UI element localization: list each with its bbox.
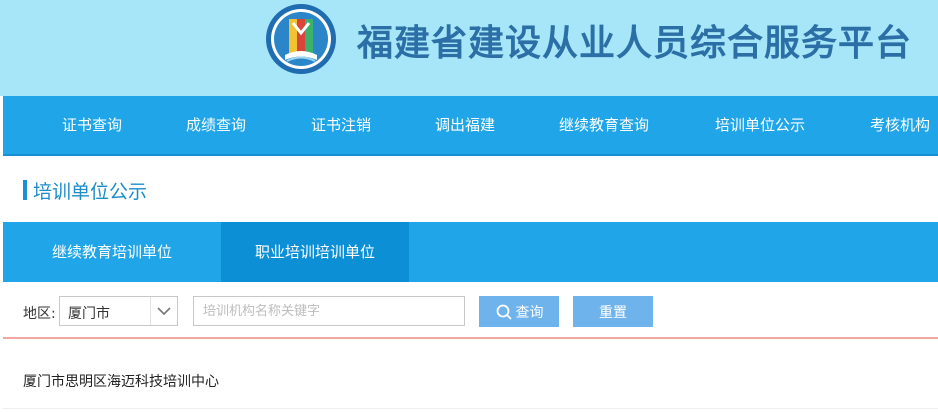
nav-item-certificate-cancel[interactable]: 证书注销 [311,96,371,154]
results-divider [3,337,938,339]
main-nav: 证书查询 成绩查询 证书注销 调出福建 继续教育查询 培训单位公示 考核机构 [3,96,938,156]
nav-item-certificate-query[interactable]: 证书查询 [62,96,122,154]
site-title: 福建省建设从业人员综合服务平台 [357,23,913,64]
list-item[interactable]: 厦门市思明区海迈科技培训中心 [23,371,219,391]
filter-bar: 地区: 厦门市 查询 重置 [0,290,938,336]
region-select-value: 厦门市 [68,306,110,322]
site-header: 福建省建设从业人员综合服务平台 [0,0,938,96]
region-select[interactable]: 厦门市 [59,296,178,326]
reset-button-label: 重置 [599,304,627,321]
section-title-bar [23,180,27,200]
region-label: 地区: [23,306,56,322]
chevron-down-icon[interactable] [150,297,177,325]
query-button[interactable]: 查询 [479,296,559,327]
nav-item-training-unit-notice[interactable]: 培训单位公示 [715,96,805,154]
tab-continuing-education-units[interactable]: 继续教育培训单位 [3,222,221,282]
list-item-separator [3,408,938,409]
search-icon [496,304,512,320]
nav-item-score-query[interactable]: 成绩查询 [186,96,246,154]
section-title-text: 培训单位公示 [33,180,148,203]
query-button-label: 查询 [515,304,544,321]
nav-item-assessment-agency[interactable]: 考核机构 [870,96,930,154]
nav-item-transfer-out[interactable]: 调出福建 [435,96,495,154]
section-title: 培训单位公示 [23,176,147,204]
nav-item-continuing-education-query[interactable]: 继续教育查询 [559,96,649,154]
tab-vocational-training-units[interactable]: 职业培训培训单位 [221,222,409,282]
unit-type-tabs: 继续教育培训单位 职业培训培训单位 [3,222,938,282]
search-input[interactable] [193,296,465,326]
fujian-construction-logo-icon[interactable] [265,3,337,75]
reset-button[interactable]: 重置 [573,296,653,327]
